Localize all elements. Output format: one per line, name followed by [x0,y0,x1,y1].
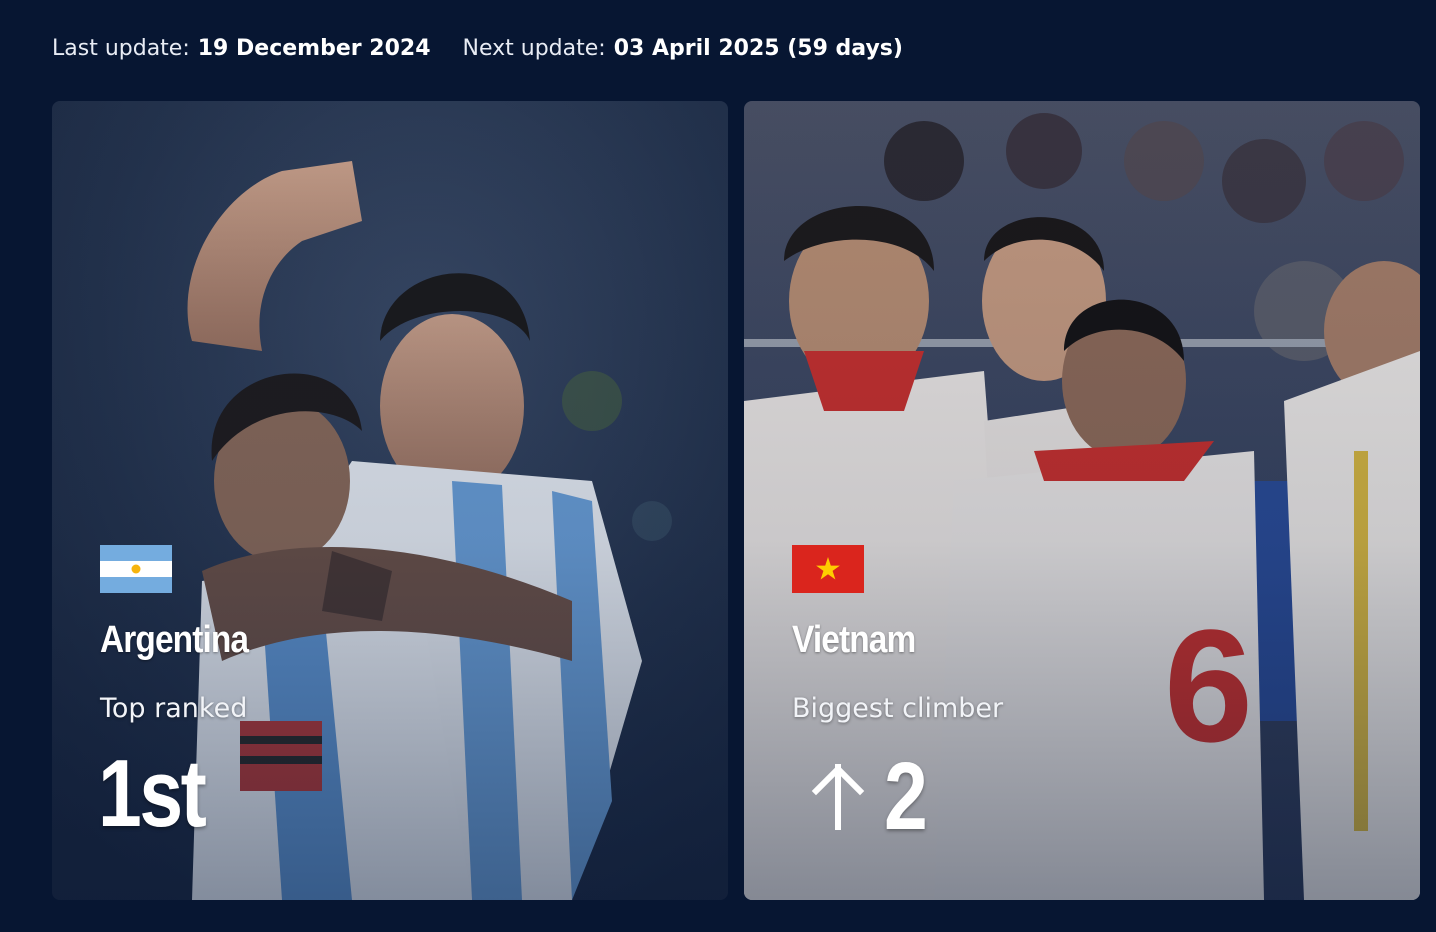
ranking-value: 1st [98,740,207,847]
biggest-climber-card[interactable]: 6 Vietnam Biggest climber 2 [744,101,1420,900]
last-update-label: Last update: [52,36,190,61]
next-update-value: 03 April 2025 (59 days) [613,36,903,61]
card-subtitle: Top ranked [100,693,248,724]
climb-value: 2 [884,743,928,850]
argentina-flag-icon [100,545,172,593]
next-update-label: Next update: [462,36,606,61]
country-name: Vietnam [792,619,916,661]
last-update-value: 19 December 2024 [197,36,431,61]
update-info: Last update: 19 December 2024 Next updat… [52,34,903,64]
vietnam-flag-icon [792,545,864,593]
country-name: Argentina [100,619,249,661]
climb-indicator: 2 [810,747,934,847]
arrow-up-icon [811,764,865,830]
top-ranked-card[interactable]: Argentina Top ranked 1st [52,101,728,900]
card-subtitle: Biggest climber [792,693,1004,724]
